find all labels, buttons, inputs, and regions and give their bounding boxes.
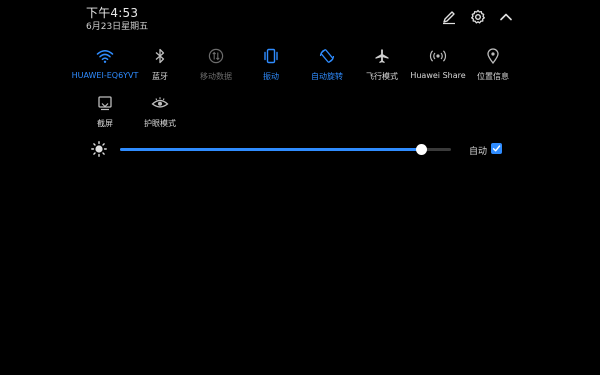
toggle-label: 振动 bbox=[263, 72, 279, 81]
checkmark-icon bbox=[492, 145, 501, 152]
toggle-label: 截屏 bbox=[97, 119, 113, 128]
toggle-label: 蓝牙 bbox=[152, 72, 168, 81]
brightness-fill bbox=[120, 148, 422, 151]
location-icon bbox=[487, 48, 499, 64]
toggle-location[interactable]: 位置信息 bbox=[458, 47, 528, 91]
toggle-label: 飞行模式 bbox=[366, 72, 398, 81]
eye-comfort-icon bbox=[151, 97, 169, 108]
toggle-label: 移动数据 bbox=[200, 72, 232, 81]
toggle-label: 位置信息 bbox=[477, 72, 509, 81]
toggle-eye-comfort[interactable]: 护眼模式 bbox=[125, 94, 195, 138]
toggle-label: 护眼模式 bbox=[144, 119, 176, 128]
auto-brightness-label: 自动 bbox=[469, 147, 488, 157]
brightness-slider[interactable] bbox=[120, 148, 451, 151]
quick-toggles-grid: HUAWEI-EQ6YVT 蓝牙 移动数据 振动 自动旋转 飞行模式 Huawe… bbox=[0, 0, 600, 140]
toggle-label: 自动旋转 bbox=[311, 72, 343, 81]
bluetooth-icon bbox=[155, 48, 165, 64]
auto-brightness-checkbox[interactable] bbox=[491, 143, 502, 154]
auto-rotate-icon bbox=[319, 49, 335, 63]
screenshot-icon bbox=[98, 96, 112, 111]
vibrate-icon bbox=[264, 48, 278, 64]
mobile-data-icon bbox=[208, 48, 224, 64]
wifi-icon bbox=[96, 50, 114, 63]
notification-shade: 下午4:53 6月23日星期五 HUAWEI-EQ6YVT 蓝牙 移动数据 振动… bbox=[0, 0, 600, 375]
brightness-row: 自动 bbox=[0, 136, 600, 166]
brightness-thumb[interactable] bbox=[415, 144, 427, 155]
airplane-icon bbox=[375, 49, 389, 63]
brightness-sun-icon bbox=[91, 141, 107, 157]
huawei-share-icon bbox=[429, 50, 447, 62]
